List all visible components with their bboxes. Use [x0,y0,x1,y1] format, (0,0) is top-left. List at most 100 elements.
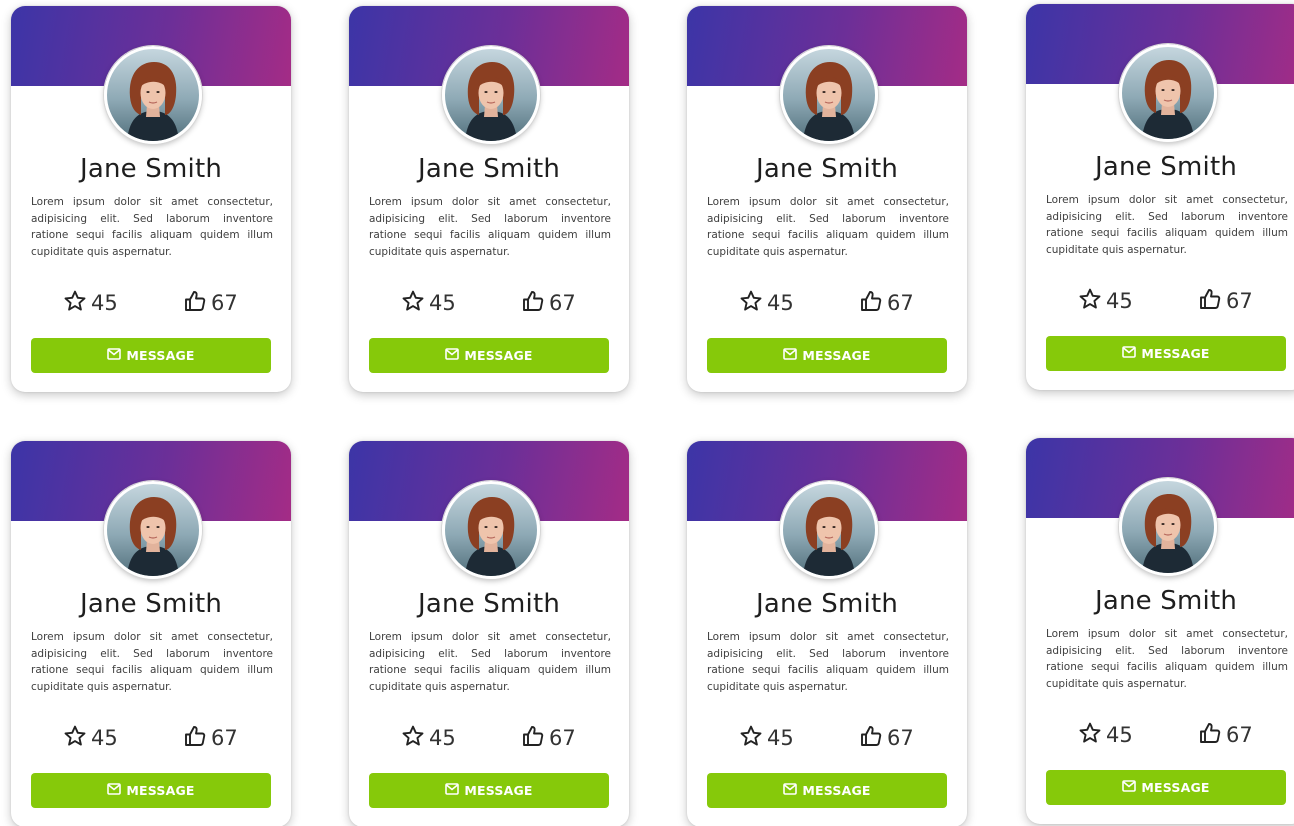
star-icon [63,724,91,753]
thumbs-up-icon [521,724,549,753]
stars-stat[interactable]: 45 [1078,718,1133,752]
message-button[interactable]: MESSAGE [369,773,609,808]
avatar [104,46,202,144]
profile-card: Jane Smith Lorem ipsum dolor sit amet co… [11,441,291,826]
likes-stat[interactable]: 67 [859,721,914,755]
thumbs-up-icon [859,289,887,318]
message-button-label: MESSAGE [464,348,533,363]
message-button[interactable]: MESSAGE [369,338,609,373]
profile-bio: Lorem ipsum dolor sit amet consectetur, … [707,196,949,258]
stars-count: 45 [429,726,456,750]
profile-card-grid: Jane Smith Lorem ipsum dolor sit amet co… [0,0,1294,826]
likes-stat[interactable]: 67 [521,721,576,755]
likes-stat[interactable]: 67 [859,286,914,320]
stars-count: 45 [1106,723,1133,747]
envelope-icon [107,348,126,363]
thumbs-up-icon [859,724,887,753]
profile-stats: 45 67 [11,721,291,755]
envelope-icon [445,348,464,363]
likes-count: 67 [1226,289,1253,313]
avatar [442,46,540,144]
profile-bio: Lorem ipsum dolor sit amet consectetur, … [707,631,949,693]
stars-stat[interactable]: 45 [1078,284,1133,318]
stars-stat[interactable]: 45 [63,721,118,755]
profile-stats: 45 67 [11,286,291,320]
star-icon [739,724,767,753]
message-button-label: MESSAGE [1141,780,1210,795]
envelope-icon [107,783,126,798]
profile-name: Jane Smith [417,154,561,184]
stars-stat[interactable]: 45 [739,286,794,320]
likes-count: 67 [887,291,914,315]
message-button[interactable]: MESSAGE [31,773,271,808]
envelope-icon [445,783,464,798]
message-button-label: MESSAGE [126,348,195,363]
star-icon [739,289,767,318]
message-button[interactable]: MESSAGE [707,773,947,808]
stars-count: 45 [767,291,794,315]
profile-bio: Lorem ipsum dolor sit amet consectetur, … [369,196,611,258]
thumbs-up-icon [521,289,549,318]
message-button-label: MESSAGE [1141,346,1210,361]
stars-count: 45 [1106,289,1133,313]
stars-stat[interactable]: 45 [739,721,794,755]
stars-count: 45 [91,291,118,315]
likes-stat[interactable]: 67 [521,286,576,320]
likes-stat[interactable]: 67 [183,286,238,320]
message-button[interactable]: MESSAGE [31,338,271,373]
likes-count: 67 [211,291,238,315]
profile-card: Jane Smith Lorem ipsum dolor sit amet co… [1026,438,1294,824]
stars-stat[interactable]: 45 [401,286,456,320]
thumbs-up-icon [1198,721,1226,750]
message-button-label: MESSAGE [464,783,533,798]
stars-count: 45 [767,726,794,750]
star-icon [63,289,91,318]
profile-bio: Lorem ipsum dolor sit amet consectetur, … [1046,194,1288,256]
stars-stat[interactable]: 45 [401,721,456,755]
likes-count: 67 [1226,723,1253,747]
envelope-icon [1122,346,1141,361]
star-icon [401,289,429,318]
profile-name: Jane Smith [755,154,899,184]
likes-stat[interactable]: 67 [183,721,238,755]
likes-count: 67 [549,726,576,750]
profile-name: Jane Smith [1094,152,1238,182]
profile-name: Jane Smith [417,589,561,619]
stars-count: 45 [429,291,456,315]
profile-stats: 45 67 [1026,284,1294,318]
likes-count: 67 [211,726,238,750]
profile-name: Jane Smith [755,589,899,619]
avatar [442,481,540,579]
profile-name: Jane Smith [79,589,223,619]
message-button[interactable]: MESSAGE [707,338,947,373]
profile-bio: Lorem ipsum dolor sit amet consectetur, … [31,196,273,258]
profile-card: Jane Smith Lorem ipsum dolor sit amet co… [349,6,629,392]
profile-stats: 45 67 [1026,718,1294,752]
avatar [1119,478,1217,576]
profile-name: Jane Smith [79,154,223,184]
profile-card: Jane Smith Lorem ipsum dolor sit amet co… [11,6,291,392]
profile-card: Jane Smith Lorem ipsum dolor sit amet co… [687,6,967,392]
envelope-icon [1122,780,1141,795]
profile-stats: 45 67 [349,286,629,320]
message-button[interactable]: MESSAGE [1046,770,1286,805]
profile-bio: Lorem ipsum dolor sit amet consectetur, … [1046,628,1288,690]
profile-stats: 45 67 [687,721,967,755]
profile-card: Jane Smith Lorem ipsum dolor sit amet co… [687,441,967,826]
stars-stat[interactable]: 45 [63,286,118,320]
message-button[interactable]: MESSAGE [1046,336,1286,371]
message-button-label: MESSAGE [802,783,871,798]
message-button-label: MESSAGE [802,348,871,363]
avatar [1119,44,1217,142]
likes-stat[interactable]: 67 [1198,284,1253,318]
envelope-icon [783,783,802,798]
profile-bio: Lorem ipsum dolor sit amet consectetur, … [369,631,611,693]
profile-bio: Lorem ipsum dolor sit amet consectetur, … [31,631,273,693]
profile-stats: 45 67 [687,286,967,320]
star-icon [1078,287,1106,316]
avatar [780,46,878,144]
stars-count: 45 [91,726,118,750]
thumbs-up-icon [183,289,211,318]
likes-stat[interactable]: 67 [1198,718,1253,752]
message-button-label: MESSAGE [126,783,195,798]
